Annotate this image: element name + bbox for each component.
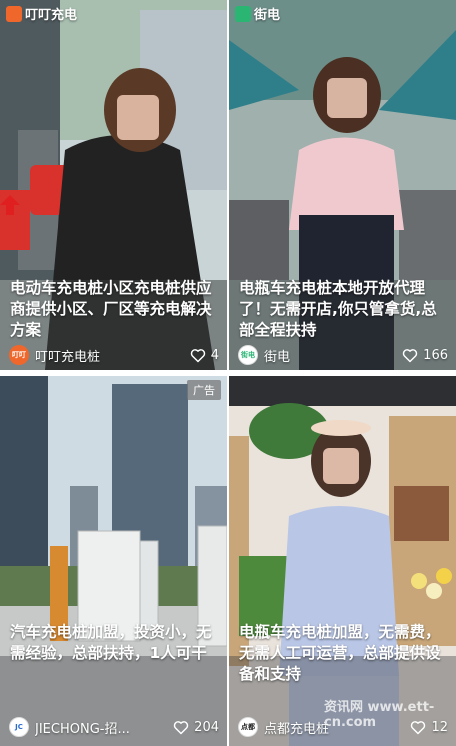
like-button[interactable]: 12 bbox=[410, 720, 448, 735]
card-footer: JC JIECHONG-招... 204 bbox=[0, 712, 227, 742]
author-name[interactable]: 街电 bbox=[264, 346, 396, 365]
card-thumbnail bbox=[0, 376, 227, 746]
like-button[interactable]: 204 bbox=[173, 720, 219, 735]
like-count: 4 bbox=[210, 347, 219, 363]
brand-mark-icon bbox=[6, 5, 22, 22]
like-button[interactable]: 166 bbox=[402, 348, 448, 363]
author-avatar[interactable]: 叮叮 bbox=[9, 345, 29, 365]
brand-mark-icon bbox=[235, 5, 251, 22]
ad-badge: 广告 bbox=[187, 380, 221, 400]
brand-name: 街电 bbox=[254, 8, 281, 23]
author-avatar[interactable]: 街电 bbox=[238, 345, 258, 365]
heart-outline-icon bbox=[173, 720, 189, 734]
author-avatar[interactable]: 点都 bbox=[238, 717, 258, 737]
feed-card[interactable]: 电瓶车充电桩加盟，无需费，无需人工可运营，总部提供设备和支持 资讯网 www.e… bbox=[229, 376, 456, 746]
like-count: 12 bbox=[431, 719, 448, 735]
feed-card[interactable]: 街电 电瓶车充电桩本地开放代理了！无需开店,你只管拿货,总部全程扶持 街电 街电… bbox=[229, 0, 456, 370]
card-footer: 街电 街电 166 bbox=[229, 340, 456, 370]
brand-logo: 街电 bbox=[235, 4, 280, 23]
feed-card[interactable]: 广告 汽车充电桩加盟，投资小，无需经验，总部扶持，1人可干 JC JIECHON… bbox=[0, 376, 227, 746]
brand-logo: 叮叮充电 bbox=[6, 4, 77, 23]
author-avatar[interactable]: JC bbox=[9, 717, 29, 737]
like-button[interactable]: 4 bbox=[190, 348, 219, 363]
like-count: 166 bbox=[423, 347, 448, 363]
card-caption: 汽车充电桩加盟，投资小，无需经验，总部扶持，1人可干 bbox=[10, 623, 212, 662]
card-footer: 点都 点都充电桩 12 bbox=[229, 712, 456, 742]
heart-outline-icon bbox=[190, 348, 205, 362]
card-footer: 叮叮 叮叮充电桩 4 bbox=[0, 340, 227, 370]
heart-outline-icon bbox=[411, 720, 426, 734]
card-caption: 电动车充电桩小区充电桩供应商提供小区、厂区等充电解决方案 bbox=[10, 279, 212, 339]
heart-outline-icon bbox=[402, 348, 418, 362]
card-thumbnail bbox=[229, 376, 456, 746]
feed-card[interactable]: 叮叮充电 电动车充电桩小区充电桩供应商提供小区、厂区等充电解决方案 叮叮 叮叮充… bbox=[0, 0, 227, 370]
author-name[interactable]: 叮叮充电桩 bbox=[35, 346, 184, 365]
author-name[interactable]: JIECHONG-招... bbox=[35, 718, 167, 737]
like-count: 204 bbox=[194, 719, 219, 735]
card-caption: 电瓶车充电桩本地开放代理了！无需开店,你只管拿货,总部全程扶持 bbox=[239, 279, 437, 339]
author-name[interactable]: 点都充电桩 bbox=[264, 718, 404, 737]
card-caption: 电瓶车充电桩加盟，无需费，无需人工可运营，总部提供设备和支持 bbox=[239, 623, 441, 683]
brand-name: 叮叮充电 bbox=[25, 8, 78, 23]
